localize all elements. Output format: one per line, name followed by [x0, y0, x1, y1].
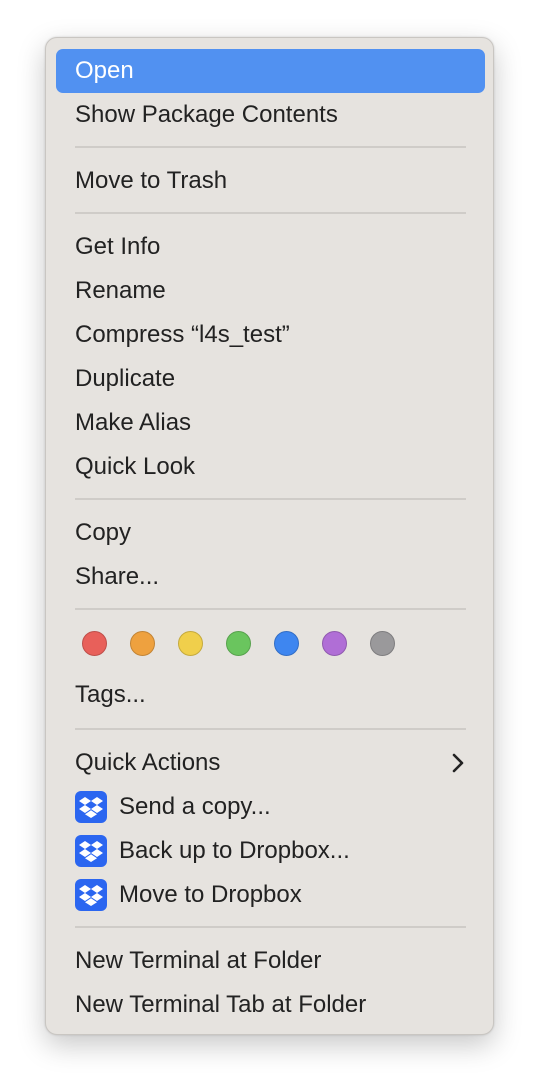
tag-green-dot[interactable] [226, 631, 251, 656]
menu-item-label: Compress “l4s_test” [75, 321, 290, 348]
menu-item-label: Open [75, 57, 134, 84]
menu-separator [75, 608, 466, 610]
menu-item-open[interactable]: Open [56, 49, 485, 93]
dropbox-icon [75, 835, 107, 867]
menu-item-make-alias[interactable]: Make Alias [56, 401, 485, 445]
menu-item-label: Tags... [75, 681, 146, 708]
tag-orange-dot[interactable] [130, 631, 155, 656]
menu-item-quick-look[interactable]: Quick Look [56, 445, 485, 489]
menu-item-copy[interactable]: Copy [56, 511, 485, 555]
menu-item-compress[interactable]: Compress “l4s_test” [56, 313, 485, 357]
dropbox-icon [75, 879, 107, 911]
menu-item-label: Show Package Contents [75, 101, 338, 128]
menu-item-label: Make Alias [75, 409, 192, 436]
menu-item-label: Quick Actions [75, 749, 221, 776]
menu-item-label: New Terminal at Folder [75, 947, 322, 974]
menu-item-tags[interactable]: Tags... [56, 673, 485, 717]
menu-item-label: Back up to Dropbox... [119, 837, 350, 864]
menu-item-new-terminal-at-folder[interactable]: New Terminal at Folder [56, 939, 485, 983]
chevron-right-icon [452, 753, 464, 773]
menu-item-label: Get Info [75, 233, 161, 260]
context-menu: Open Show Package Contents Move to Trash… [45, 37, 494, 1035]
menu-item-label: Move to Trash [75, 167, 228, 194]
menu-item-label: Move to Dropbox [119, 881, 302, 908]
menu-item-new-terminal-tab-at-folder[interactable]: New Terminal Tab at Folder [56, 983, 485, 1027]
menu-item-move-to-dropbox[interactable]: Move to Dropbox [56, 873, 485, 917]
menu-item-get-info[interactable]: Get Info [56, 225, 485, 269]
menu-item-label: New Terminal Tab at Folder [75, 991, 367, 1018]
menu-item-move-to-trash[interactable]: Move to Trash [56, 159, 485, 203]
menu-item-back-up-to-dropbox[interactable]: Back up to Dropbox... [56, 829, 485, 873]
menu-item-share[interactable]: Share... [56, 555, 485, 599]
tag-yellow-dot[interactable] [178, 631, 203, 656]
dropbox-icon [75, 791, 107, 823]
menu-separator [75, 926, 466, 928]
tag-red-dot[interactable] [82, 631, 107, 656]
menu-item-label: Rename [75, 277, 166, 304]
menu-item-send-a-copy[interactable]: Send a copy... [56, 785, 485, 829]
menu-item-label: Duplicate [75, 365, 176, 392]
menu-item-label: Share... [75, 563, 160, 590]
tag-gray-dot[interactable] [370, 631, 395, 656]
menu-item-quick-actions[interactable]: Quick Actions [56, 741, 485, 785]
menu-item-label: Quick Look [75, 453, 196, 480]
tag-blue-dot[interactable] [274, 631, 299, 656]
menu-item-label: Copy [75, 519, 132, 546]
menu-item-rename[interactable]: Rename [56, 269, 485, 313]
menu-item-show-package-contents[interactable]: Show Package Contents [56, 93, 485, 137]
menu-separator [75, 498, 466, 500]
menu-item-label: Send a copy... [119, 793, 271, 820]
menu-separator [75, 212, 466, 214]
menu-item-duplicate[interactable]: Duplicate [56, 357, 485, 401]
tag-purple-dot[interactable] [322, 631, 347, 656]
menu-separator [75, 728, 466, 730]
menu-separator [75, 146, 466, 148]
